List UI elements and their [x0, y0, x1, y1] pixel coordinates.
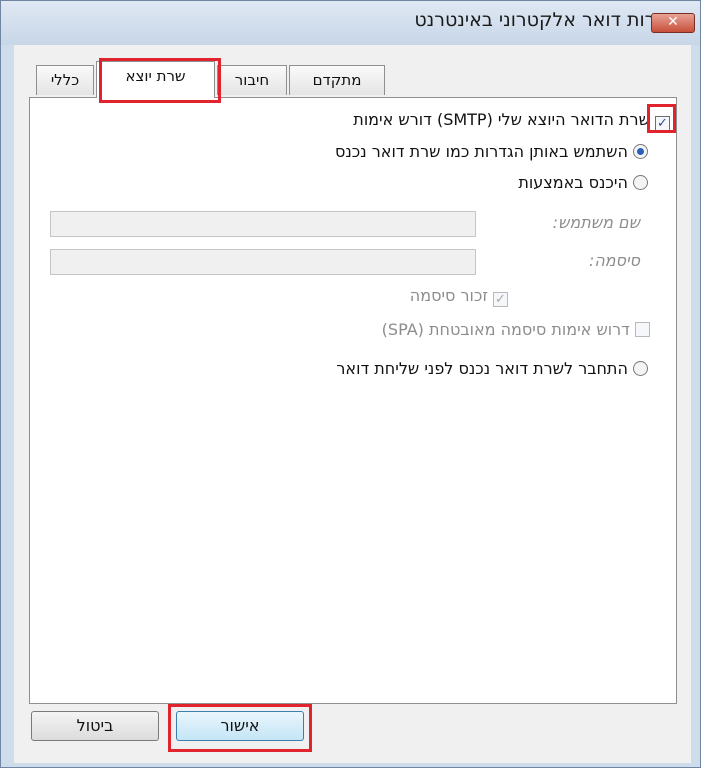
require-spa-checkbox[interactable] [635, 322, 650, 337]
smtp-auth-row[interactable]: ✓ שרת הדואר היוצא שלי (SMTP) דורש אימות [353, 110, 670, 131]
title-bar[interactable]: הגדרות דואר אלקטרוני באינטרנט ✕ [1, 1, 700, 45]
tab-connection-label: חיבור [234, 71, 270, 89]
close-button[interactable]: ✕ [651, 13, 695, 33]
outgoing-server-panel: ✓ שרת הדואר היוצא שלי (SMTP) דורש אימות … [29, 97, 677, 704]
use-same-settings-row[interactable]: השתמש באותן הגדרות כמו שרת דואר נכנס [335, 142, 648, 161]
cancel-button[interactable]: ביטול [31, 711, 159, 741]
use-same-settings-radio[interactable] [633, 144, 648, 159]
tab-advanced[interactable]: מתקדם [289, 65, 385, 95]
ok-button-highlight-box [168, 704, 312, 752]
remember-password-row[interactable]: ✓ זכור סיסמה [410, 286, 508, 307]
username-input[interactable] [50, 211, 476, 237]
smtp-auth-highlight-box [647, 104, 676, 133]
smtp-auth-label: שרת הדואר היוצא שלי (SMTP) דורש אימות [353, 110, 650, 129]
cancel-button-label: ביטול [76, 716, 114, 735]
remember-password-checkbox[interactable]: ✓ [493, 292, 508, 307]
tab-highlight-box [99, 58, 221, 103]
password-input[interactable] [50, 249, 476, 275]
window-title: הגדרות דואר אלקטרוני באינטרנט [414, 9, 686, 31]
close-icon: ✕ [667, 14, 679, 30]
use-same-settings-label: השתמש באותן הגדרות כמו שרת דואר נכנס [334, 142, 628, 161]
logon-using-label: היכנס באמצעות [518, 173, 628, 192]
tab-general[interactable]: כללי [36, 65, 94, 95]
require-spa-label: דרוש אימות סיסמה מאובטחת (SPA) [381, 320, 630, 339]
tab-advanced-label: מתקדם [312, 71, 362, 89]
remember-password-label: זכור סיסמה [409, 286, 488, 305]
logon-using-radio[interactable] [633, 175, 648, 190]
logon-before-label: התחבר לשרת דואר נכנס לפני שליחת דואר [336, 359, 628, 378]
password-label: סיסמה: [588, 251, 640, 270]
username-label: שם משתמש: [552, 213, 640, 232]
logon-using-row[interactable]: היכנס באמצעות [518, 173, 648, 192]
logon-before-radio[interactable] [633, 361, 648, 376]
dialog-window: הגדרות דואר אלקטרוני באינטרנט ✕ כללי שרת… [0, 0, 701, 768]
dialog-client: כללי שרת יוצא חיבור מתקדם ✓ שרת הדואר הי… [14, 45, 691, 763]
logon-before-row[interactable]: התחבר לשרת דואר נכנס לפני שליחת דואר [336, 359, 648, 378]
require-spa-row[interactable]: דרוש אימות סיסמה מאובטחת (SPA) [382, 320, 650, 339]
tab-general-label: כללי [50, 71, 80, 89]
tab-connection[interactable]: חיבור [217, 65, 287, 95]
